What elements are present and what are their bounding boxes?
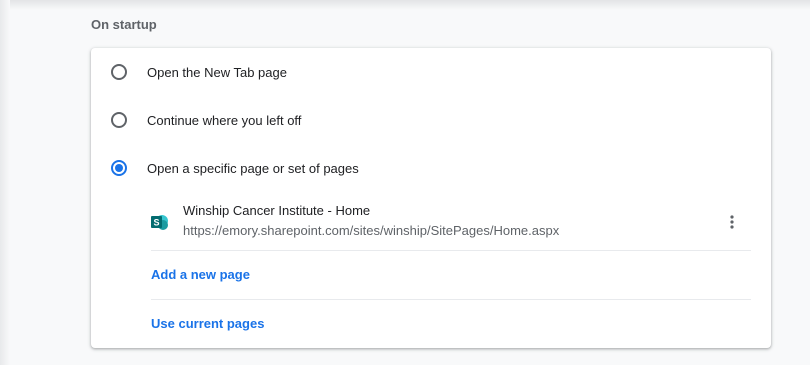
- divider: [151, 299, 751, 300]
- page-title: Winship Cancer Institute - Home: [183, 203, 371, 218]
- use-current-pages-link[interactable]: Use current pages: [151, 316, 264, 331]
- option-continue[interactable]: Continue where you left off: [91, 96, 771, 144]
- section-title: On startup: [91, 17, 157, 32]
- svg-text:S: S: [153, 218, 159, 228]
- startup-page-entry: S Winship Cancer Institute - Home https:…: [147, 196, 751, 248]
- option-specific-pages[interactable]: Open a specific page or set of pages: [91, 144, 771, 192]
- option-new-tab[interactable]: Open the New Tab page: [91, 48, 771, 96]
- option-label: Open a specific page or set of pages: [147, 160, 359, 176]
- sharepoint-icon: S: [151, 213, 169, 231]
- startup-card: Open the New Tab page Continue where you…: [91, 48, 771, 348]
- add-new-page-link[interactable]: Add a new page: [151, 267, 250, 282]
- radio-button-continue[interactable]: [111, 112, 127, 128]
- option-label: Open the New Tab page: [147, 64, 287, 80]
- option-label: Continue where you left off: [147, 112, 302, 128]
- page-url: https://emory.sharepoint.com/sites/winsh…: [183, 223, 560, 238]
- more-actions-button[interactable]: [720, 210, 744, 234]
- toolbar-shadow: [0, 0, 810, 10]
- divider: [151, 250, 751, 251]
- radio-button-specific-pages[interactable]: [111, 160, 127, 176]
- settings-page: On startup Open the New Tab page Continu…: [0, 0, 810, 365]
- left-panel-edge: [0, 0, 10, 365]
- radio-button-new-tab[interactable]: [111, 64, 127, 80]
- more-vert-icon: [730, 215, 734, 229]
